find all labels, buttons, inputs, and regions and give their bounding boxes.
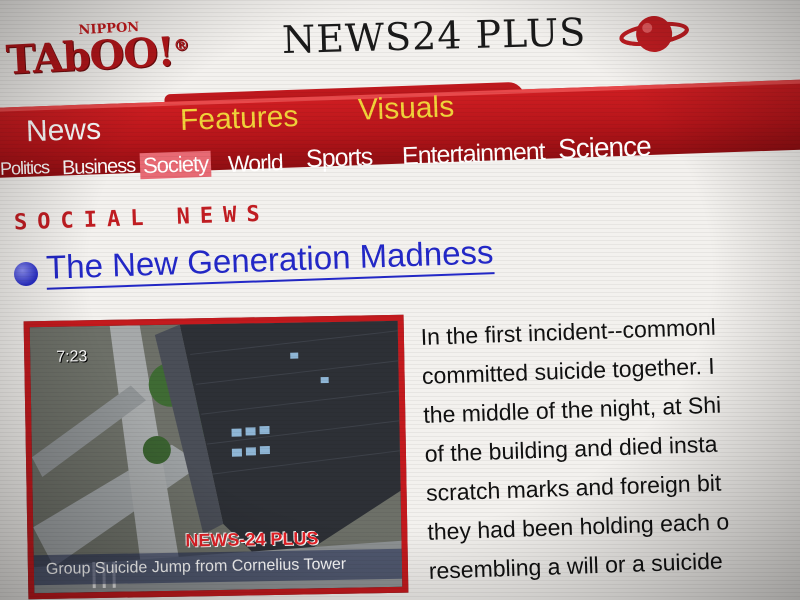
subnav-item-politics[interactable]: Politics xyxy=(0,157,49,180)
tab-visuals[interactable]: Visuals xyxy=(357,90,454,127)
tab-features[interactable]: Features xyxy=(179,100,299,138)
subnav-item-entertainment[interactable]: Entertainment xyxy=(402,138,546,172)
subnav-item-business[interactable]: Business xyxy=(62,155,136,181)
site-logo[interactable]: NIPPON TAbOO!® xyxy=(4,17,197,97)
subnav-item-sports[interactable]: Sports xyxy=(306,143,373,174)
logo-main-text: TAbOO!® xyxy=(4,28,189,84)
photo-timestamp: 7:23 xyxy=(56,348,88,366)
tab-news[interactable]: News xyxy=(25,113,101,150)
planet-icon xyxy=(619,15,689,52)
subnav-item-world[interactable]: World xyxy=(228,149,284,178)
section-label: SOCIAL NEWS xyxy=(13,201,271,236)
sub-nav: Politics Business Society World Sports E… xyxy=(0,130,800,184)
article-photo[interactable]: 7:23 NEWS-24 PLUS Group Suicide Jump fro… xyxy=(23,314,409,600)
photo-caption: Group Suicide Jump from Cornelius Tower xyxy=(33,548,403,586)
article-body: In the first incident--commonl committed… xyxy=(420,304,800,591)
subnav-item-society[interactable]: Society xyxy=(139,150,212,180)
subnav-item-science[interactable]: Science xyxy=(557,130,651,165)
photo-watermark: NEWS-24 PLUS xyxy=(185,528,319,551)
article-headline-link[interactable]: The New Generation Madness xyxy=(45,232,495,290)
bullet-icon xyxy=(14,262,38,286)
site-title: NEWS24 PLUS xyxy=(281,10,587,62)
